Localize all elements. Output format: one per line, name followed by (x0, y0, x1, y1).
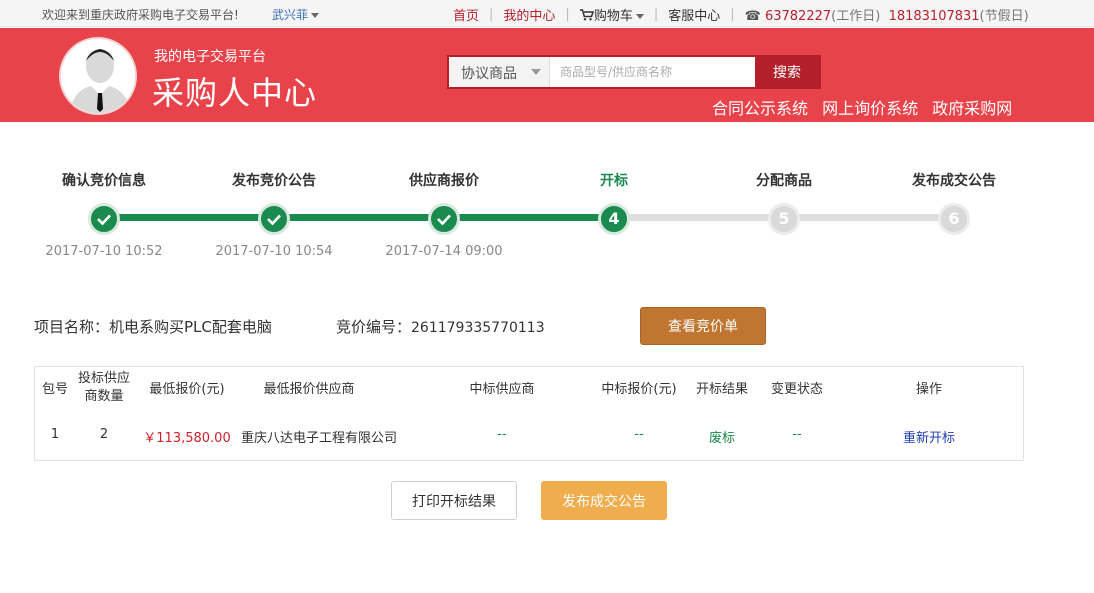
col-header-bidders-line1: 投标供应 (77, 371, 130, 386)
cell-win-supplier: -- (497, 427, 507, 442)
gov-procurement-link[interactable]: 政府采购网 (932, 99, 1012, 118)
brand-title: 采购人中心 (152, 74, 318, 112)
col-header-win-supplier: 中标供应商 (469, 382, 535, 397)
online-inquiry-link[interactable]: 网上询价系统 (822, 99, 918, 118)
col-header-pkg: 包号 (41, 382, 68, 397)
nav-home-link[interactable]: 首页 (453, 5, 479, 24)
search-category-select[interactable]: 协议商品 (449, 57, 550, 87)
system-links: 合同公示系统 网上询价系统 政府采购网 (712, 95, 1021, 119)
search-category-value: 协议商品 (461, 66, 517, 82)
print-result-button[interactable]: 打印开标结果 (391, 481, 517, 520)
divider: | (730, 7, 735, 22)
phone-holiday-note: (节假日) (979, 9, 1029, 24)
bid-code-value: 261179335770113 (411, 320, 545, 336)
cell-min-supplier: 重庆八达电子工程有限公司 (240, 431, 397, 446)
col-header-bidders-line2: 商数量 (84, 389, 124, 404)
search-input[interactable] (550, 57, 755, 87)
check-icon (258, 203, 290, 235)
divider: | (653, 7, 659, 22)
phone-holiday: 18183107831 (888, 9, 980, 24)
nav-service-link[interactable]: 客服中心 (668, 5, 720, 24)
cell-win-price: -- (634, 427, 644, 442)
welcome-text: 欢迎来到重庆政府采购电子交易平台! (42, 8, 239, 22)
step-label: 供应商报价 (409, 173, 479, 189)
col-header-change: 变更状态 (770, 382, 823, 397)
cart-label: 购物车 (593, 9, 633, 24)
publish-deal-notice-button[interactable]: 发布成交公告 (541, 481, 667, 520)
chevron-down-icon (635, 14, 644, 19)
step-publish-bid-notice: 发布竞价公告 2017-07-10 10:54 (194, 170, 354, 259)
chevron-down-icon (311, 13, 320, 18)
search-bar: 协议商品 搜索 (447, 55, 821, 89)
user-name: 武兴菲 (272, 8, 309, 22)
bid-result-table: 包号 投标供应 商数量 最低报价(元) 最低报价供应商 中标供应商 中标报价(元… (34, 366, 1024, 461)
bid-code-label: 竞价编号： (336, 318, 412, 336)
step-label: 分配商品 (756, 173, 812, 189)
check-icon (428, 203, 460, 235)
progress-steps: 确认竞价信息 2017-07-10 10:52 发布竞价公告 2017-07-1… (0, 170, 1094, 270)
project-name: 项目名称：机电系购买PLC配套电脑 (34, 316, 272, 337)
avatar (59, 37, 137, 115)
top-nav: 首页 | 我的中心 | 购物车 | 客服中心 | ☎ 63782227(工作日)… (453, 5, 1029, 24)
cell-min-price: ￥113,580.00 (143, 431, 231, 446)
step-label: 发布竞价公告 (232, 173, 316, 189)
step-allocate-goods: 分配商品 5 (704, 170, 864, 235)
view-bid-sheet-button[interactable]: 查看竞价单 (640, 307, 766, 345)
project-name-label: 项目名称： (34, 318, 110, 336)
top-bar: 欢迎来到重庆政府采购电子交易平台! 武兴菲 首页 | 我的中心 | 购物车 | … (0, 0, 1094, 27)
step-label: 开标 (600, 173, 628, 189)
cart-icon (579, 9, 594, 21)
user-dropdown[interactable]: 武兴菲 (272, 6, 320, 23)
header-banner: 我的电子交易平台 采购人中心 协议商品 搜索 合同公示系统 网上询价系统 政府采… (0, 28, 1094, 122)
phone-workday-note: (工作日) (831, 9, 881, 24)
step-publish-deal-notice: 发布成交公告 6 (874, 170, 1034, 235)
contract-publicity-link[interactable]: 合同公示系统 (712, 99, 808, 118)
project-name-value: 机电系购买PLC配套电脑 (109, 318, 272, 336)
col-header-min-supplier: 最低报价供应商 (263, 382, 355, 397)
phone-workday: 63782227 (764, 9, 832, 24)
col-header-win-price: 中标报价(元) (601, 382, 677, 397)
search-button[interactable]: 搜索 (755, 57, 819, 87)
user-avatar-icon (69, 49, 131, 113)
step-label: 发布成交公告 (912, 173, 996, 189)
step-time: 2017-07-14 09:00 (385, 244, 503, 259)
dropdown-arrow-icon (531, 69, 541, 75)
step-bid-opening: 开标 4 (534, 170, 694, 235)
col-header-action: 操作 (915, 382, 942, 397)
step-time: 2017-07-10 10:54 (215, 244, 333, 259)
col-header-result: 开标结果 (695, 382, 748, 397)
col-header-min-price: 最低报价(元) (149, 382, 225, 397)
bid-code: 竞价编号：261179335770113 (336, 316, 545, 337)
step-number: 6 (938, 203, 970, 235)
brand-subtitle: 我的电子交易平台 (154, 49, 266, 65)
step-supplier-quote: 供应商报价 2017-07-14 09:00 (364, 170, 524, 259)
step-time: 2017-07-10 10:52 (45, 244, 163, 259)
hotline: ☎ 63782227(工作日) 18183107831(节假日) (745, 5, 1029, 24)
step-number: 4 (598, 203, 630, 235)
step-confirm-bid-info: 确认竞价信息 2017-07-10 10:52 (24, 170, 184, 259)
divider: | (565, 7, 570, 22)
check-icon (88, 203, 120, 235)
nav-my-center-link[interactable]: 我的中心 (503, 5, 555, 24)
phone-icon: ☎ (744, 9, 761, 24)
step-label: 确认竞价信息 (62, 173, 146, 189)
col-header-bidders: 投标供应 商数量 (73, 370, 135, 406)
step-number: 5 (768, 203, 800, 235)
cell-result: 废标 (708, 431, 735, 446)
cell-pkg: 1 (50, 427, 60, 442)
reopen-bid-link[interactable]: 重新开标 (893, 427, 965, 446)
cell-bidders: 2 (99, 427, 109, 442)
nav-cart-dropdown[interactable]: 购物车 (579, 5, 644, 24)
divider: | (489, 7, 494, 22)
cell-change: -- (792, 427, 802, 442)
